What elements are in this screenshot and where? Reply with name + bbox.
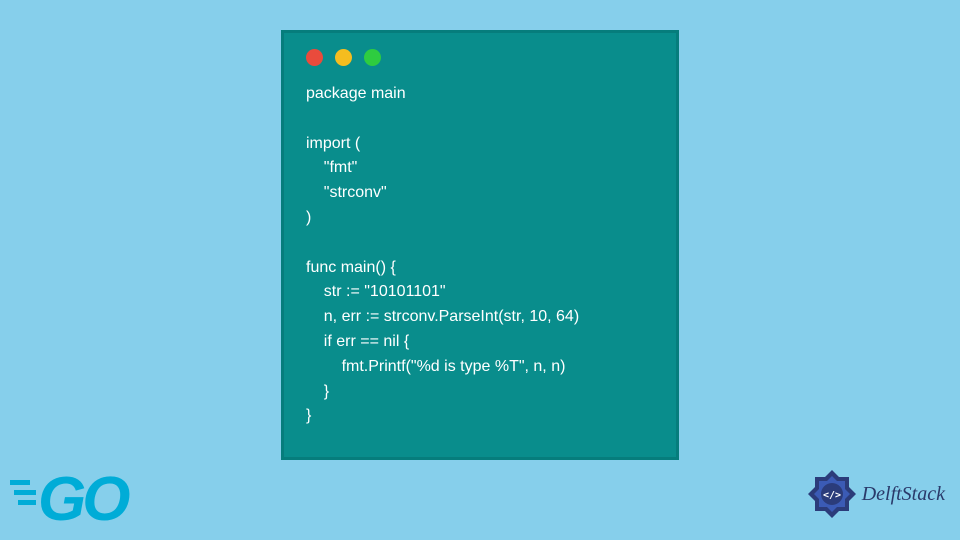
delftstack-text: DelftStack <box>862 483 945 506</box>
go-logo-text: GO <box>38 465 130 530</box>
maximize-icon <box>364 49 381 66</box>
go-logo: GO <box>10 460 180 530</box>
delftstack-icon: </> <box>806 468 858 520</box>
window-traffic-lights <box>306 49 658 66</box>
minimize-icon <box>335 49 352 66</box>
close-icon <box>306 49 323 66</box>
svg-text:</>: </> <box>823 490 841 501</box>
code-block: package main import ( "fmt" "strconv" ) … <box>306 82 658 429</box>
delftstack-logo: </> DelftStack <box>806 468 945 520</box>
code-window: package main import ( "fmt" "strconv" ) … <box>281 30 679 460</box>
